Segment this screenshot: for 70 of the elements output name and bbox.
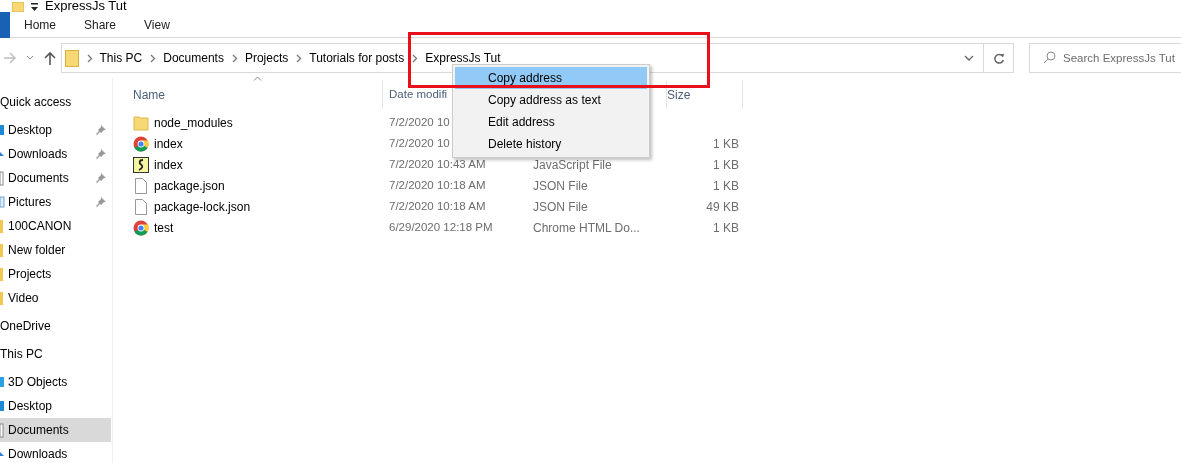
file-size: 1 KB — [713, 220, 739, 235]
file-date: 7/2/2020 10 — [389, 115, 450, 128]
menu-item[interactable]: Edit address — [455, 111, 647, 133]
menu-item[interactable]: Copy address as text — [455, 89, 647, 111]
file-type: JSON File — [533, 178, 588, 193]
breadcrumb-item[interactable]: This PC — [99, 49, 143, 67]
file-name[interactable]: test — [154, 218, 174, 237]
ribbon-tab[interactable]: View — [130, 15, 184, 34]
file-size: 1 KB — [713, 178, 739, 193]
window-title: ExpressJs Tut — [45, 0, 127, 12]
nav-section[interactable]: This PC — [0, 342, 112, 366]
file-type: JavaScript File — [533, 157, 612, 172]
breadcrumb-item[interactable]: Projects — [244, 49, 289, 67]
nav-section[interactable]: OneDrive — [0, 314, 112, 338]
nav-item[interactable]: 3D Objects — [0, 370, 111, 394]
nav-item[interactable]: Desktop — [0, 118, 111, 142]
nav-section[interactable]: Quick access — [0, 90, 112, 114]
column-header[interactable]: Name — [133, 81, 383, 109]
up-arrow-icon — [43, 51, 56, 65]
nav-item[interactable]: 100CANON — [0, 214, 111, 238]
nav-item[interactable]: Documents — [0, 166, 111, 190]
file-date: 6/29/2020 12:18 PM — [389, 220, 493, 233]
forward-icon — [2, 52, 17, 64]
chevron-icon — [295, 53, 303, 63]
file-date: 7/2/2020 10:43 AM — [389, 157, 486, 170]
file-name[interactable]: package.json — [154, 176, 225, 195]
column-header[interactable]: Size — [667, 81, 743, 109]
ribbon-tab[interactable]: Share — [70, 15, 131, 34]
browser-icon — [133, 135, 149, 152]
nav-item[interactable]: Pictures — [0, 190, 111, 214]
file-date: 7/2/2020 10:18 AM — [389, 178, 486, 191]
search-field[interactable]: Search ExpressJs Tut — [1029, 43, 1181, 73]
sort-ascending-icon — [253, 76, 262, 81]
chevron-icon — [230, 53, 238, 63]
breadcrumb-item[interactable]: Documents — [163, 49, 224, 67]
file-size: 1 KB — [713, 157, 739, 172]
chevron-icon — [411, 53, 419, 63]
nav-item[interactable]: Downloads — [0, 442, 111, 463]
file-icon — [133, 177, 149, 194]
dropdown-icon[interactable] — [30, 3, 39, 12]
browser-icon — [133, 219, 149, 236]
file-tab[interactable] — [0, 11, 10, 38]
file-name[interactable]: package-lock.json — [154, 197, 251, 216]
nav-item[interactable]: New folder — [0, 238, 111, 262]
chevron-down-icon — [25, 55, 34, 61]
nav-item[interactable]: Documents — [0, 418, 111, 442]
file-name[interactable]: index — [154, 155, 183, 174]
breadcrumb-item[interactable]: Tutorials for posts — [309, 49, 405, 67]
file-date: 7/2/2020 10:18 AM — [389, 199, 486, 212]
file-icon — [133, 198, 149, 215]
menu-item[interactable]: Delete history — [455, 133, 647, 155]
nav-item[interactable]: Downloads — [0, 142, 111, 166]
refresh-button[interactable] — [984, 43, 1014, 73]
nav-item[interactable]: Projects — [0, 262, 111, 286]
file-name[interactable]: index — [154, 134, 183, 153]
dropdown-icon — [964, 55, 975, 61]
ribbon-tab[interactable]: Home — [10, 15, 70, 34]
file-name[interactable]: node_modules — [154, 113, 233, 132]
chevron-icon — [85, 53, 93, 63]
script-file-icon — [133, 156, 149, 173]
chevron-icon — [149, 53, 157, 63]
file-type: JSON File — [533, 199, 588, 214]
nav-item[interactable]: Video — [0, 286, 111, 310]
refresh-icon — [992, 51, 1005, 65]
file-size: 49 KB — [706, 199, 739, 214]
file-type: Chrome HTML Do... — [533, 220, 640, 235]
nav-item[interactable]: Desktop — [0, 394, 111, 418]
breadcrumb-item[interactable]: ExpressJs Tut — [425, 49, 501, 67]
file-date: 7/2/2020 10 — [389, 136, 450, 149]
file-size: 1 KB — [713, 136, 739, 151]
